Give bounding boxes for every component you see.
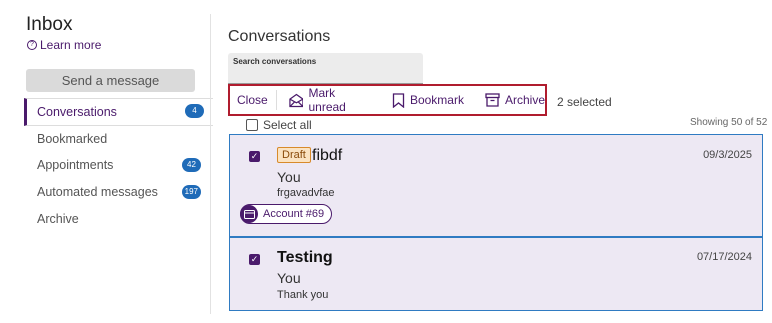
conversation-preview: Thank you bbox=[277, 289, 329, 301]
learn-more-label: Learn more bbox=[40, 38, 102, 52]
count-badge: 197 bbox=[181, 185, 201, 199]
account-tag[interactable]: Account #69 bbox=[240, 204, 333, 224]
bookmark-button[interactable]: Bookmark bbox=[392, 92, 464, 108]
archive-button[interactable]: Archive bbox=[485, 93, 545, 107]
toolbar-divider bbox=[275, 90, 277, 110]
mark-unread-label: Mark unread bbox=[308, 86, 346, 114]
sidebar-item-automated-messages[interactable]: Automated messages 197 bbox=[24, 179, 210, 205]
count-badge: 4 bbox=[185, 104, 204, 118]
selected-count: 2 selected bbox=[557, 95, 612, 109]
result-count: Showing 50 of 52 bbox=[690, 117, 768, 128]
conversation-sender: You bbox=[277, 270, 301, 286]
search-input[interactable]: Search conversations bbox=[228, 53, 423, 84]
sidebar-item-appointments[interactable]: Appointments 42 bbox=[24, 152, 210, 178]
bookmark-label: Bookmark bbox=[409, 93, 464, 107]
conversation-sender: You bbox=[277, 169, 301, 185]
mark-unread-button[interactable]: Mark unread bbox=[288, 86, 371, 114]
envelope-open-icon bbox=[288, 93, 304, 107]
conversation-item[interactable]: ✓ Testing 07/17/2024 You Thank you bbox=[229, 237, 763, 311]
conversation-subject: Testing bbox=[277, 249, 333, 266]
sidebar-item-label: Appointments bbox=[37, 158, 114, 172]
bulk-action-toolbar: Close Mark unread Bookmark Archive bbox=[228, 84, 547, 116]
select-all-checkbox[interactable]: Select all bbox=[246, 118, 312, 132]
checkbox-checked-icon[interactable]: ✓ bbox=[249, 151, 260, 162]
checkbox-empty-icon bbox=[246, 119, 258, 131]
learn-more-link[interactable]: ? Learn more bbox=[27, 38, 101, 52]
checkbox-checked-icon[interactable]: ✓ bbox=[249, 254, 260, 265]
account-tag-label: Account #69 bbox=[263, 208, 325, 220]
page-title: Conversations bbox=[228, 28, 331, 45]
account-card-icon bbox=[240, 205, 258, 223]
archive-label: Archive bbox=[504, 93, 545, 107]
sidebar-item-bookmarked[interactable]: Bookmarked bbox=[24, 126, 210, 152]
sidebar-item-label: Conversations bbox=[37, 105, 117, 119]
search-label: Search conversations bbox=[233, 57, 317, 66]
sidebar-item-archive[interactable]: Archive bbox=[24, 206, 210, 232]
inbox-title: Inbox bbox=[26, 14, 73, 35]
conversation-date: 09/3/2025 bbox=[703, 149, 752, 161]
sidebar-item-label: Bookmarked bbox=[37, 132, 108, 146]
conversation-date: 07/17/2024 bbox=[696, 251, 752, 263]
conversation-subject: fibdf bbox=[312, 147, 343, 164]
close-button[interactable]: Close bbox=[230, 93, 276, 107]
sidebar-item-label: Automated messages bbox=[37, 185, 158, 199]
bookmark-icon bbox=[392, 92, 405, 108]
archive-box-icon bbox=[485, 93, 500, 107]
help-icon: ? bbox=[27, 40, 37, 50]
draft-badge: Draft bbox=[277, 147, 311, 163]
conversation-preview: frgavadvfae bbox=[277, 187, 335, 199]
sidebar-divider bbox=[210, 14, 211, 314]
sidebar-item-label: Archive bbox=[37, 212, 79, 226]
conversation-item[interactable]: ✓ Draft fibdf 09/3/2025 You frgavadvfae … bbox=[229, 134, 763, 237]
sidebar-item-conversations[interactable]: Conversations 4 bbox=[24, 98, 213, 126]
count-badge: 42 bbox=[182, 158, 201, 172]
send-message-button[interactable]: Send a message bbox=[26, 69, 195, 92]
close-label: Close bbox=[237, 93, 268, 107]
select-all-label: Select all bbox=[263, 118, 312, 132]
